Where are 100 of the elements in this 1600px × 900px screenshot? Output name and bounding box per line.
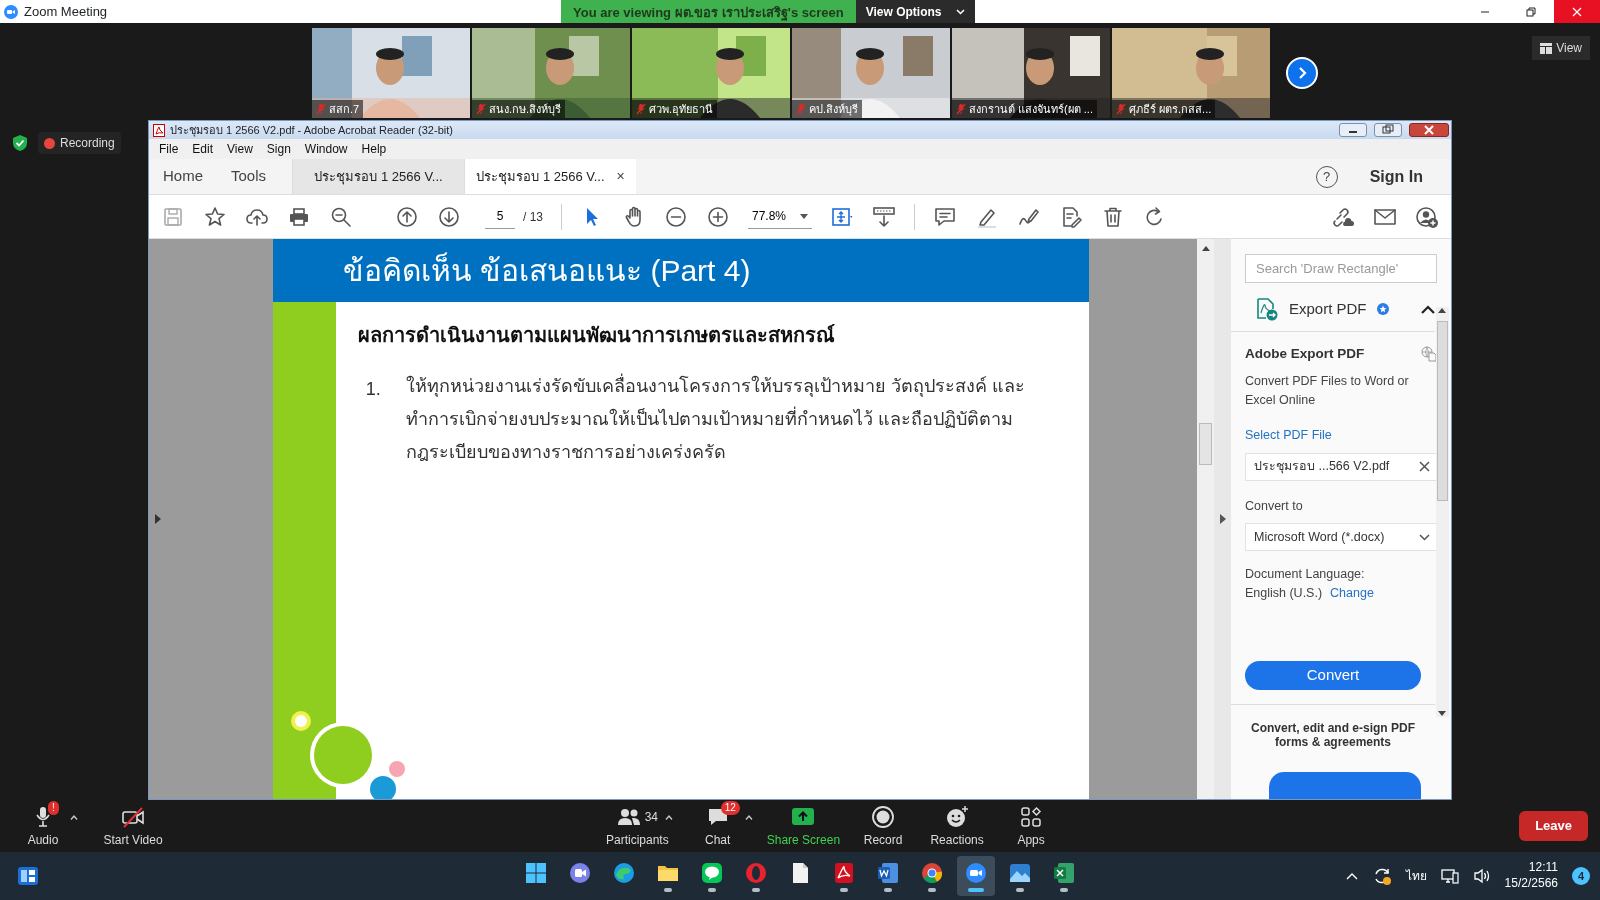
- star-icon[interactable]: [203, 204, 227, 229]
- select-file-link[interactable]: Select PDF File: [1245, 425, 1421, 445]
- section-title: Adobe Export PDF: [1245, 345, 1365, 364]
- windows-logo-icon: [524, 860, 548, 885]
- scrollbar-thumb[interactable]: [1437, 321, 1448, 501]
- participant-name: ศวพ.อุทัยธานี: [649, 101, 714, 117]
- chevron-right-icon: [1296, 66, 1308, 80]
- format-dropdown[interactable]: Microsoft Word (*.docx): [1245, 523, 1437, 552]
- grid-icon: [1540, 42, 1553, 54]
- pdf-file-icon: [153, 123, 165, 137]
- round-browser-icon: [920, 860, 944, 885]
- change-link[interactable]: Change: [1330, 584, 1374, 603]
- language-indicator[interactable]: ไทย: [1405, 867, 1427, 885]
- next-page-button[interactable]: [1286, 57, 1318, 89]
- browser-wave-icon: [612, 860, 636, 885]
- taskbar-app-button[interactable]: [957, 856, 995, 896]
- close-icon[interactable]: [1571, 5, 1583, 18]
- notification-count[interactable]: 4: [1572, 867, 1590, 885]
- slide-title: ข้อคิดเห็น ข้อเสนอแนะ (Part 4): [342, 251, 751, 289]
- zoom-out-icon[interactable]: [664, 204, 688, 229]
- apps-icon: [1019, 805, 1044, 829]
- slide-subtitle: ผลการดำเนินงานตามแผนพัฒนาการเกษตรและสหกรณ์: [357, 323, 836, 348]
- ring-app-icon: [744, 860, 768, 885]
- scroll-up-icon[interactable]: [1201, 245, 1210, 251]
- convert-button[interactable]: Convert: [1245, 660, 1421, 691]
- caret-icon: [800, 213, 808, 219]
- participant-name: ศุภธีร์ ผตร.กสส...: [1129, 101, 1212, 117]
- menu-item[interactable]: View: [227, 140, 253, 158]
- caret-up-icon[interactable]: [744, 814, 753, 820]
- chevron-up-icon[interactable]: [1345, 872, 1358, 880]
- pdf-app-icon: [832, 860, 856, 885]
- zoom-level-dropdown[interactable]: 77.8%: [748, 204, 812, 229]
- window-title: Zoom Meeting: [24, 2, 108, 21]
- zoom-logo-icon: [4, 4, 18, 19]
- zoom-in-icon[interactable]: [706, 204, 730, 229]
- scrollbar-thumb[interactable]: [1199, 423, 1213, 465]
- menu-item[interactable]: File: [159, 140, 179, 158]
- add-user-icon[interactable]: [1415, 204, 1439, 229]
- view-options-button[interactable]: View Options: [855, 0, 975, 23]
- tool-name: Export PDF: [1289, 298, 1367, 319]
- scroll-up-icon[interactable]: [1438, 307, 1447, 313]
- menu-item[interactable]: Help: [361, 140, 387, 158]
- smiley-icon: [945, 805, 970, 829]
- promo-text: Convert, edit and e-sign PDF forms & agreements: [1231, 704, 1435, 750]
- meeting-control-button[interactable]: Share Screen: [760, 803, 847, 849]
- clock-date[interactable]: 15/2/2566: [1504, 876, 1558, 892]
- recording-indicator: Recording: [38, 132, 121, 154]
- meeting-control-button[interactable]: Record: [846, 803, 921, 849]
- widgets-icon[interactable]: [16, 864, 40, 888]
- video-chat-icon: [568, 860, 592, 885]
- notification-badge: 12: [720, 801, 740, 815]
- scroll-down-icon[interactable]: [1438, 711, 1447, 717]
- sharing-banner: You are viewing ผต.ขอร เราประเสริฐ's screen: [561, 0, 856, 23]
- language-value: English (U.S.): [1245, 585, 1323, 603]
- expand-left-icon: [155, 514, 161, 524]
- video-meeting-icon: [964, 860, 988, 885]
- nav-tab[interactable]: Tools: [217, 159, 281, 194]
- chat-bubble-app-icon: [700, 860, 724, 885]
- caret-up-icon[interactable]: [664, 814, 673, 820]
- notification-badge: !: [48, 801, 59, 815]
- document-tab[interactable]: ประชุมรอบ 1 2566 V...: [292, 159, 465, 194]
- meeting-control-button[interactable]: Start Video: [96, 803, 170, 849]
- shield-icon: [12, 134, 28, 152]
- close-tab-button[interactable]: ×: [616, 166, 625, 187]
- export-pdf-icon: [1255, 297, 1279, 322]
- participant-name: คป.สิงห์บุรี: [809, 101, 859, 117]
- restore-icon[interactable]: [1379, 124, 1397, 136]
- menu-item[interactable]: Edit: [192, 140, 214, 158]
- word-document-icon: [876, 860, 900, 885]
- field-label: Convert to: [1245, 497, 1304, 515]
- file-field[interactable]: ประชุมรอบ ...566 V2.pdf: [1245, 452, 1437, 481]
- caret-up-icon[interactable]: [70, 814, 78, 820]
- search-field[interactable]: Search 'Draw Rectangle': [1245, 254, 1437, 284]
- document-tab[interactable]: ประชุมรอบ 1 2566 V... ×: [464, 159, 637, 194]
- network-icon[interactable]: [1440, 868, 1459, 884]
- chevron-down-icon: [1419, 533, 1430, 541]
- page-count: / 13: [523, 208, 543, 226]
- premium-badge-icon: [1376, 303, 1389, 316]
- menu-item[interactable]: Window: [304, 140, 348, 158]
- sign-in-button[interactable]: Sign In: [1363, 159, 1429, 194]
- meeting-control-button[interactable]: Reactions: [920, 803, 995, 849]
- meeting-control-button[interactable]: 12 Chat: [680, 803, 755, 849]
- menu-item[interactable]: Sign: [266, 140, 291, 158]
- scroll-mode-icon[interactable]: [872, 204, 896, 229]
- expand-right-icon[interactable]: [1219, 514, 1226, 524]
- collapse-caret-icon[interactable]: [1420, 304, 1435, 314]
- meeting-control-button[interactable]: 34 Participants: [600, 803, 675, 849]
- volume-icon[interactable]: [1472, 868, 1491, 884]
- view-button[interactable]: View: [1532, 36, 1590, 60]
- nav-tab[interactable]: Home: [149, 159, 217, 194]
- clock-time[interactable]: 12:11: [1528, 860, 1558, 876]
- clear-icon[interactable]: [1419, 461, 1430, 473]
- restore-icon[interactable]: [1525, 5, 1537, 18]
- action-button[interactable]: [1269, 771, 1421, 799]
- list-number: 1.: [365, 378, 382, 401]
- meeting-control-button[interactable]: ! Audio: [6, 803, 80, 849]
- meeting-control-button[interactable]: Apps: [994, 803, 1069, 849]
- previous-page-icon[interactable]: [395, 204, 419, 229]
- next-page-icon[interactable]: [437, 204, 461, 229]
- leave-button[interactable]: Leave: [1519, 811, 1588, 841]
